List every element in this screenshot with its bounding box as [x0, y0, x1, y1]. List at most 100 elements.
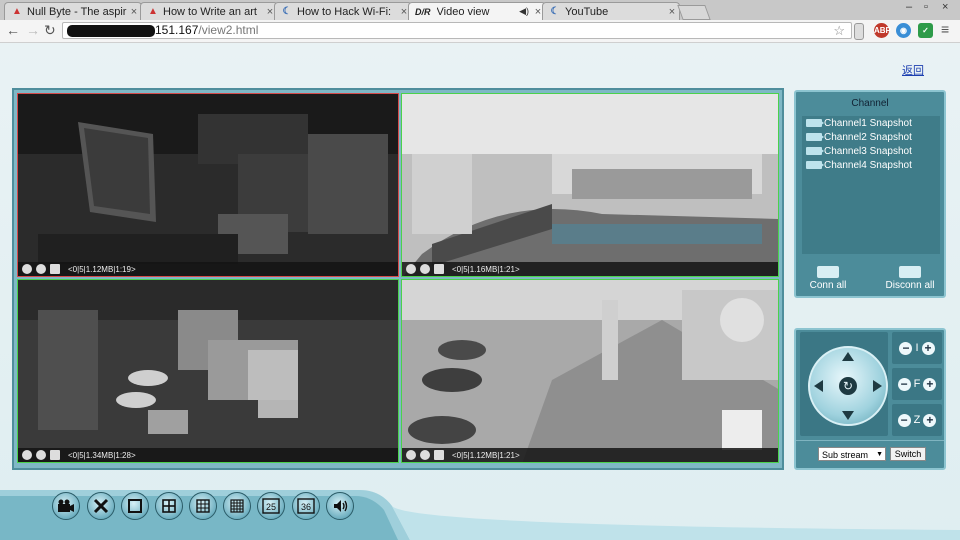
record-icon[interactable] — [406, 450, 416, 460]
extension-globe-icon[interactable]: ◉ — [896, 23, 911, 38]
tab-null-byte[interactable]: ▲ Null Byte - The aspiring × — [4, 2, 142, 20]
layout-4-button[interactable] — [155, 492, 183, 520]
camera-icon — [806, 133, 824, 141]
camera-view-3[interactable]: <0|5|1.34MB|1:28> — [17, 279, 399, 463]
bookmark-star-icon[interactable]: ☆ — [833, 23, 845, 38]
ptz-direction-pad[interactable]: ↻ — [808, 346, 888, 426]
snapshot-icon[interactable] — [50, 450, 60, 460]
single-square-icon — [128, 499, 142, 513]
new-tab-button[interactable] — [677, 5, 711, 20]
flame-icon: ▲ — [12, 5, 22, 17]
camera-view-1[interactable]: <0|5|1.12MB|1:19> — [17, 93, 399, 277]
layout-36-button[interactable]: 36 — [292, 492, 320, 520]
layout-36-label: 36 — [301, 502, 311, 512]
tab-label: Video view — [436, 5, 490, 18]
browser-toolbar: ← → ↻ 151.167/view2.html ☆ ABP ◉ ✓ ≡ — [0, 20, 960, 43]
tab-youtube[interactable]: ☾ YouTube × — [542, 2, 680, 20]
refresh-icon[interactable] — [36, 264, 46, 274]
channel-item-4[interactable]: Channel4 Snapshot — [802, 158, 940, 172]
camera-view-2[interactable]: <0|5|1.16MB|1:21> — [401, 93, 779, 277]
disconnect-all-label: Disconn all — [885, 280, 935, 291]
tab-how-to-write[interactable]: ▲ How to Write an art × — [140, 2, 278, 20]
camera-view-4[interactable]: <0|5|1.12MB|1:21> — [401, 279, 779, 463]
focus-minus-button[interactable]: − — [897, 377, 911, 391]
camera-1-image — [18, 94, 398, 276]
channel-item-label: Channel3 Snapshot — [824, 145, 912, 157]
disconnect-all-button[interactable]: Disconn all — [880, 266, 940, 291]
address-bar[interactable]: 151.167/view2.html ☆ — [62, 22, 852, 39]
refresh-icon[interactable] — [420, 450, 430, 460]
switch-button[interactable]: Switch — [890, 447, 926, 461]
zoom-control: − Z + — [892, 404, 942, 436]
reload-icon[interactable]: ↻ — [44, 22, 56, 38]
arrow-down-icon[interactable] — [842, 411, 854, 420]
channel-panel-title: Channel — [851, 98, 889, 109]
menu-icon[interactable]: ≡ — [941, 21, 949, 37]
zoom-minus-button[interactable]: − — [897, 413, 911, 427]
snapshot-icon[interactable] — [50, 264, 60, 274]
connect-all-button[interactable]: Conn all — [798, 266, 858, 291]
channel-item-1[interactable]: Channel1 Snapshot — [802, 116, 940, 130]
focus-label: F — [913, 378, 921, 390]
arrow-up-icon[interactable] — [842, 352, 854, 361]
camera-status-text: <0|5|1.34MB|1:28> — [68, 450, 136, 460]
moon-icon: ☾ — [282, 5, 292, 17]
tab-label: How to Write an art — [163, 5, 257, 18]
arrow-right-icon[interactable] — [873, 380, 882, 392]
focus-plus-button[interactable]: + — [923, 377, 937, 391]
snapshot-icon[interactable] — [434, 450, 444, 460]
camera-status-bar: <0|5|1.16MB|1:21> — [402, 262, 778, 276]
camera-icon — [806, 147, 824, 155]
layout-25-button[interactable]: 25 — [257, 492, 285, 520]
iris-plus-button[interactable]: + — [921, 341, 935, 355]
tools-icon — [93, 498, 109, 514]
refresh-icon[interactable] — [420, 264, 430, 274]
audio-button[interactable] — [326, 492, 354, 520]
maximize-icon[interactable]: ▫ — [924, 1, 928, 13]
camera-status-bar: <0|5|1.34MB|1:28> — [18, 448, 398, 462]
tab-video-view[interactable]: D/R Video view ◀) × — [408, 2, 546, 20]
ptz-pad-bg: ↻ — [800, 332, 888, 436]
connect-all-label: Conn all — [809, 280, 847, 291]
channel-panel: Channel Channel1 Snapshot Channel2 Snaps… — [794, 90, 946, 298]
arrow-left-icon[interactable] — [814, 380, 823, 392]
stream-select[interactable]: Sub stream ▼ — [818, 447, 886, 461]
channel-item-2[interactable]: Channel2 Snapshot — [802, 130, 940, 144]
record-icon[interactable] — [22, 450, 32, 460]
camera-status-text: <0|5|1.12MB|1:21> — [452, 450, 520, 460]
ptz-center-icon[interactable]: ↻ — [839, 377, 857, 395]
record-button[interactable] — [52, 492, 80, 520]
camera-status-text: <0|5|1.16MB|1:21> — [452, 264, 520, 274]
settings-button[interactable] — [87, 492, 115, 520]
extension-green-icon[interactable]: ✓ — [918, 23, 933, 38]
url-host: 151.167 — [155, 23, 199, 37]
camera-status-bar: <0|5|1.12MB|1:21> — [402, 448, 778, 462]
minimize-icon[interactable]: – — [906, 1, 912, 13]
moon-icon: ☾ — [550, 5, 560, 17]
channel-item-3[interactable]: Channel3 Snapshot — [802, 144, 940, 158]
zoom-plus-button[interactable]: + — [923, 413, 937, 427]
phone-icon[interactable] — [854, 23, 864, 40]
camera-4-image — [402, 280, 778, 462]
refresh-icon[interactable] — [36, 450, 46, 460]
layout-1-button[interactable] — [121, 492, 149, 520]
camera-icon — [806, 119, 824, 127]
layout-9-button[interactable] — [189, 492, 217, 520]
adblock-icon[interactable]: ABP — [874, 23, 891, 38]
record-icon[interactable] — [406, 264, 416, 274]
snapshot-icon[interactable] — [434, 264, 444, 274]
back-arrow-icon[interactable]: ← — [6, 22, 20, 38]
iris-minus-button[interactable]: − — [899, 341, 913, 355]
close-icon[interactable]: × — [665, 6, 679, 18]
tab-hack-wifi[interactable]: ☾ How to Hack Wi-Fi: × — [274, 2, 412, 20]
back-link[interactable]: 返回 — [902, 62, 924, 78]
layout-16-button[interactable] — [223, 492, 251, 520]
focus-control: − F + — [892, 368, 942, 400]
url-path: /view2.html — [198, 23, 259, 37]
close-window-icon[interactable]: × — [942, 1, 948, 13]
camera-2-image — [402, 94, 778, 276]
record-icon[interactable] — [22, 264, 32, 274]
chevron-down-icon: ▼ — [876, 451, 883, 458]
forward-arrow-icon[interactable]: → — [26, 22, 40, 38]
close-icon[interactable]: × — [127, 6, 141, 18]
